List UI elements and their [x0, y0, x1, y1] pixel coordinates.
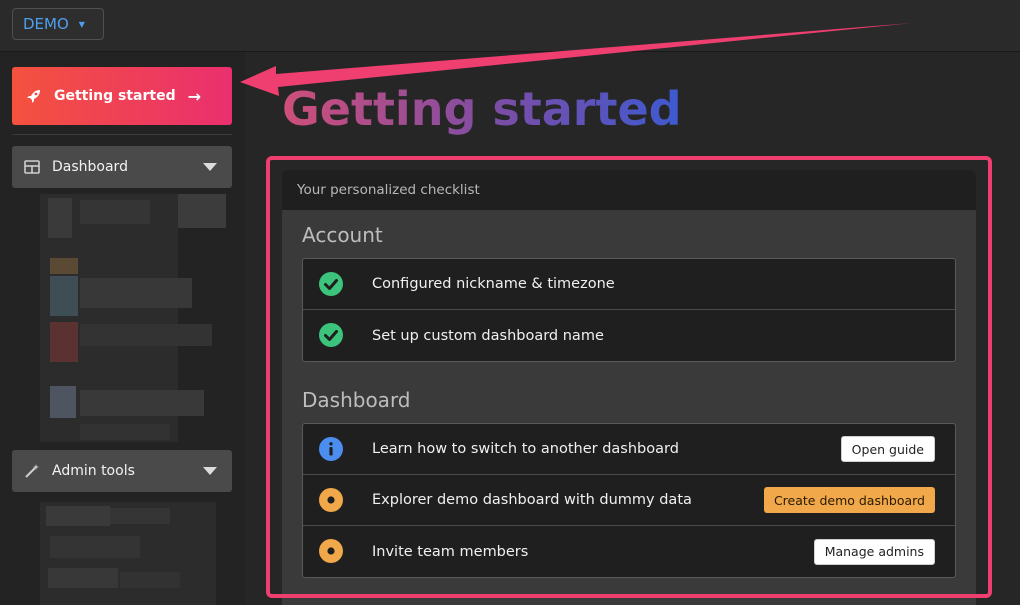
- getting-started-button[interactable]: Getting started →: [12, 67, 232, 125]
- caret-down-icon: ▼: [78, 19, 85, 29]
- highlight-frame: [266, 156, 992, 598]
- sidebar-section-dashboard[interactable]: Dashboard: [12, 146, 232, 188]
- sidebar-section-label: Dashboard: [52, 159, 128, 175]
- sidebar-section-admin-tools[interactable]: Admin tools: [12, 450, 232, 492]
- sidebar-section-label: Admin tools: [52, 463, 135, 479]
- getting-started-label: Getting started: [54, 88, 176, 104]
- workspace-label: DEMO: [23, 15, 69, 33]
- chevron-down-icon: [203, 467, 217, 475]
- top-bar: DEMO ▼: [0, 0, 1020, 52]
- page-title: Getting started: [282, 82, 682, 136]
- blurred-admin-list: [40, 502, 216, 605]
- sidebar-divider: [12, 134, 232, 135]
- workspace-selector[interactable]: DEMO ▼: [12, 8, 104, 40]
- blurred-dashboard-list: [40, 194, 228, 442]
- sidebar: Getting started → Dashboard Admin tools: [0, 52, 246, 605]
- chevron-down-icon: [203, 163, 217, 171]
- arrow-right-icon: →: [187, 86, 202, 106]
- rocket-icon: [27, 90, 40, 103]
- grid-icon: [24, 160, 40, 174]
- magic-wand-icon: [25, 464, 39, 478]
